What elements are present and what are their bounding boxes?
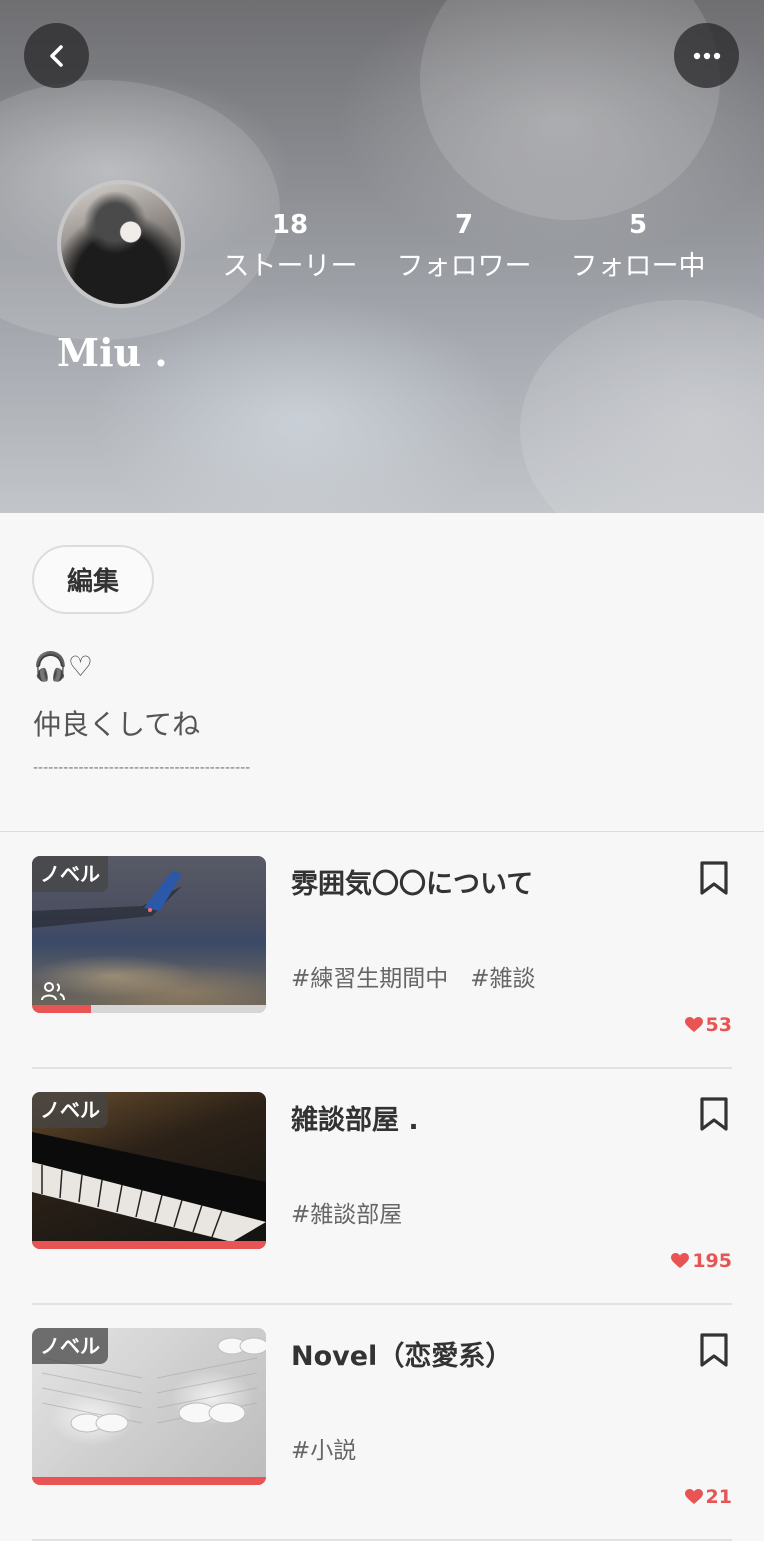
stat-followers-count: 7 [454, 210, 474, 240]
bookmark-icon[interactable] [697, 860, 731, 896]
read-progress-bar [32, 1477, 266, 1485]
heart-icon [671, 1253, 690, 1268]
like-count: 195 [671, 1250, 732, 1272]
story-type-badge: ノベル [32, 1328, 108, 1364]
story-tags: #小説 [291, 1431, 378, 1465]
like-count-value: 53 [705, 1014, 732, 1036]
story-tags: #雑談部屋 [291, 1195, 424, 1229]
story-item[interactable]: ノベル Novel（恋愛系） #小説 21 [0, 1328, 764, 1528]
back-button[interactable] [24, 23, 89, 88]
story-type-badge: ノベル [32, 1092, 108, 1128]
bio-text: 仲良くしてね [33, 708, 201, 741]
more-horizontal-icon [693, 52, 720, 59]
story-title[interactable]: 雰囲気〇〇について [291, 862, 533, 901]
stat-stories-label: ストーリー [222, 251, 358, 282]
stat-following-count: 5 [628, 210, 648, 240]
stat-followers-label: フォロワー [396, 251, 532, 282]
read-progress-fill [32, 1005, 91, 1013]
bio-dashes: ----------------------------------------… [33, 760, 251, 776]
story-tag[interactable]: #雑談 [470, 966, 535, 992]
avatar[interactable] [57, 180, 185, 308]
section-divider [0, 831, 764, 832]
like-count-value: 21 [705, 1486, 732, 1508]
like-count-value: 195 [692, 1250, 732, 1272]
heart-icon [684, 1489, 703, 1504]
bio-emoji-line: 🎧♡ [33, 650, 93, 683]
more-options-button[interactable] [674, 23, 739, 88]
like-count: 21 [684, 1486, 732, 1508]
read-progress-fill [32, 1477, 266, 1485]
username: Miu . [57, 330, 168, 375]
story-tag[interactable]: #小説 [291, 1438, 356, 1464]
bookmark-icon[interactable] [697, 1096, 731, 1132]
story-thumbnail[interactable]: ノベル [32, 1092, 266, 1249]
item-divider [32, 1303, 732, 1305]
item-divider [32, 1067, 732, 1069]
chevron-left-icon [49, 44, 63, 67]
story-title[interactable]: Novel（恋愛系） [291, 1334, 512, 1373]
header-background-decoration [520, 300, 764, 513]
story-tag[interactable]: #雑談部屋 [291, 1202, 402, 1228]
stat-following[interactable]: 5 フォロー中 [558, 205, 718, 289]
header-background-decoration [420, 0, 720, 220]
read-progress-fill [32, 1241, 266, 1249]
read-progress-bar [32, 1005, 266, 1013]
bookmark-icon[interactable] [697, 1332, 731, 1368]
stat-stories[interactable]: 18 ストーリー [210, 205, 370, 289]
story-title[interactable]: 雑談部屋 . [291, 1098, 419, 1137]
story-item[interactable]: ノベル 雰囲気〇〇について #練習生期間中 #雑談 53 [0, 856, 764, 1056]
piano-keys-image [32, 1132, 266, 1242]
profile-header: 18 ストーリー 7 フォロワー 5 フォロー中 Miu . [0, 0, 764, 513]
story-tag[interactable]: #練習生期間中 [291, 966, 448, 992]
story-thumbnail[interactable]: ノベル [32, 856, 266, 1013]
story-tags: #練習生期間中 #雑談 [291, 959, 558, 993]
people-icon [41, 982, 65, 1001]
story-type-badge: ノベル [32, 856, 108, 892]
edit-profile-button[interactable]: 編集 [32, 545, 154, 614]
stat-followers[interactable]: 7 フォロワー [384, 205, 544, 289]
story-thumbnail[interactable]: ノベル [32, 1328, 266, 1485]
stat-following-label: フォロー中 [570, 251, 706, 282]
heart-icon [684, 1017, 703, 1032]
read-progress-bar [32, 1241, 266, 1249]
like-count: 53 [684, 1014, 732, 1036]
story-item[interactable]: ノベル 雑談部屋 . #雑談部屋 195 [0, 1092, 764, 1292]
stat-stories-count: 18 [271, 210, 309, 240]
